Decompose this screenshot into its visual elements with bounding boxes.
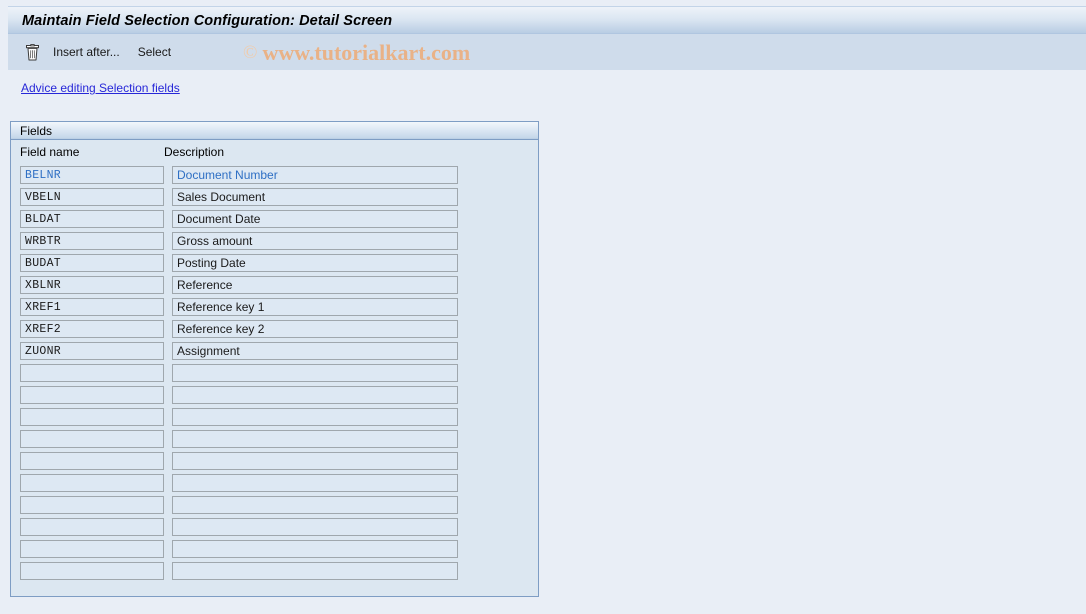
fields-group-box: Fields Field name Description BELNR Docum… [10,121,539,597]
field-description-input[interactable] [172,540,458,558]
field-description-input[interactable] [172,496,458,514]
table-row[interactable] [20,562,540,584]
table-row[interactable] [20,430,540,452]
application-toolbar: Insert after... Select [8,34,1086,70]
table-row[interactable]: BELNR Document Number [20,166,540,188]
trash-icon [25,43,40,61]
column-header-description: Description [164,145,225,159]
field-name-input[interactable]: BLDAT [20,210,164,228]
field-name-input[interactable]: XREF1 [20,298,164,316]
select-button[interactable]: Select [129,39,180,65]
window-title-bar: Maintain Field Selection Configuration: … [8,6,1086,34]
field-name-input[interactable]: XBLNR [20,276,164,294]
field-name-input[interactable] [20,452,164,470]
field-description-input[interactable] [172,518,458,536]
field-description-input[interactable]: Posting Date [172,254,458,272]
field-name-input[interactable]: ZUONR [20,342,164,360]
field-description-input[interactable] [172,430,458,448]
field-description-input[interactable]: Sales Document [172,188,458,206]
table-row[interactable] [20,452,540,474]
table-row[interactable] [20,540,540,562]
table-row[interactable]: BLDAT Document Date [20,210,540,232]
field-name-input[interactable]: XREF2 [20,320,164,338]
table-row[interactable]: XREF2 Reference key 2 [20,320,540,342]
field-name-input[interactable] [20,474,164,492]
table-row[interactable]: ZUONR Assignment [20,342,540,364]
column-header-row: Field name Description [11,142,538,162]
delete-row-button[interactable] [21,39,44,65]
table-row[interactable] [20,386,540,408]
field-name-input[interactable]: VBELN [20,188,164,206]
table-row[interactable] [20,474,540,496]
table-row[interactable] [20,518,540,540]
table-row[interactable]: BUDAT Posting Date [20,254,540,276]
fields-group-title: Fields [20,123,53,138]
field-name-input[interactable] [20,364,164,382]
field-description-input[interactable]: Document Number [172,166,458,184]
insert-after-button[interactable]: Insert after... [44,39,129,65]
field-name-input[interactable] [20,430,164,448]
insert-after-label: Insert after... [53,45,120,59]
field-name-input[interactable]: WRBTR [20,232,164,250]
field-description-input[interactable] [172,562,458,580]
field-name-input[interactable] [20,386,164,404]
field-name-input[interactable] [20,408,164,426]
table-row[interactable] [20,364,540,386]
field-description-input[interactable]: Reference [172,276,458,294]
field-description-input[interactable] [172,386,458,404]
field-description-input[interactable] [172,408,458,426]
table-row[interactable]: VBELN Sales Document [20,188,540,210]
field-name-input[interactable]: BUDAT [20,254,164,272]
field-name-input[interactable] [20,496,164,514]
field-description-input[interactable] [172,452,458,470]
table-row[interactable]: XBLNR Reference [20,276,540,298]
table-row[interactable] [20,408,540,430]
column-header-field-name: Field name [20,145,80,159]
field-name-input[interactable]: BELNR [20,166,164,184]
page-title: Maintain Field Selection Configuration: … [22,12,393,29]
advice-editing-selection-fields-link[interactable]: Advice editing Selection fields [21,81,180,95]
field-description-input[interactable]: Reference key 2 [172,320,458,338]
field-name-input[interactable] [20,540,164,558]
field-description-input[interactable]: Assignment [172,342,458,360]
table-row[interactable] [20,496,540,518]
field-description-input[interactable] [172,364,458,382]
fields-table-body: BELNR Document Number VBELN Sales Document B… [20,166,540,584]
field-name-input[interactable] [20,518,164,536]
field-name-input[interactable] [20,562,164,580]
table-row[interactable]: XREF1 Reference key 1 [20,298,540,320]
fields-group-header: Fields [11,122,538,140]
field-description-input[interactable]: Reference key 1 [172,298,458,316]
field-description-input[interactable]: Gross amount [172,232,458,250]
field-description-input[interactable]: Document Date [172,210,458,228]
field-description-input[interactable] [172,474,458,492]
select-label: Select [137,45,172,59]
table-row[interactable]: WRBTR Gross amount [20,232,540,254]
